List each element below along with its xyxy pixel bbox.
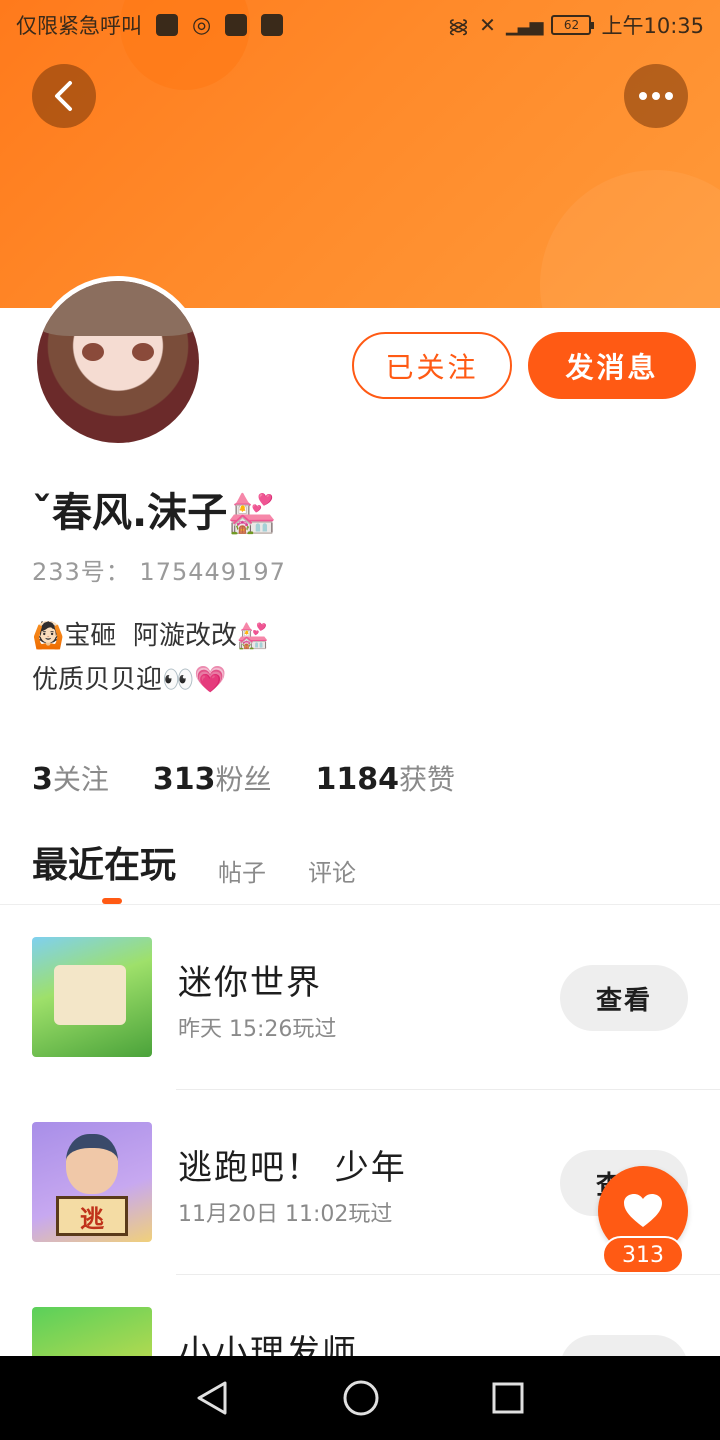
wifi-icon: ᯼ bbox=[447, 13, 470, 38]
app-notification-icon bbox=[225, 14, 248, 36]
nav-home-icon[interactable] bbox=[342, 1379, 380, 1417]
stat-label: 粉丝 bbox=[215, 763, 272, 796]
more-dots-icon bbox=[639, 92, 673, 100]
thumbnail-sign-text: 逃 bbox=[56, 1196, 128, 1236]
stat-number: 3 bbox=[32, 762, 53, 797]
stat-fans[interactable]: 313粉丝 bbox=[153, 758, 272, 798]
stat-label: 关注 bbox=[52, 763, 109, 796]
banner-decoration bbox=[540, 170, 720, 308]
stat-number: 1184 bbox=[315, 762, 400, 797]
sim-card-icon bbox=[156, 14, 178, 36]
battery-level: 62 bbox=[563, 18, 580, 32]
status-bar: 仅限紧急呼叫 ◎ ᯼ ✕ ▁▃▅ 62 上午10:35 bbox=[0, 0, 720, 50]
game-title: 小小理发师 bbox=[178, 1333, 358, 1356]
stat-following[interactable]: 3关注 bbox=[32, 758, 109, 798]
nav-back-icon[interactable] bbox=[195, 1380, 231, 1416]
nav-recent-apps-icon[interactable] bbox=[491, 1381, 525, 1415]
stat-likes[interactable]: 1184获赞 bbox=[316, 758, 456, 798]
view-button[interactable]: 查看 bbox=[560, 1335, 688, 1356]
game-thumbnail bbox=[32, 1307, 152, 1356]
game-title: 迷你世界 bbox=[178, 963, 322, 1003]
clock: 上午10:35 bbox=[601, 14, 704, 38]
game-thumbnail bbox=[32, 937, 152, 1057]
back-button[interactable] bbox=[32, 64, 96, 128]
avatar[interactable] bbox=[32, 276, 204, 448]
game-thumbnail: 逃 bbox=[32, 1122, 152, 1242]
bio-line: 优质贝贝迎👀💗 bbox=[32, 665, 227, 695]
carrier-text: 仅限紧急呼叫 bbox=[16, 14, 142, 38]
stat-number: 313 bbox=[152, 762, 216, 797]
tab-recently-played[interactable]: 最近在玩 bbox=[32, 836, 176, 894]
list-item[interactable]: 小小理发师 查看 bbox=[0, 1275, 720, 1356]
bio-line: 🙆🏻宝砸 阿漩改改💒 bbox=[32, 621, 270, 651]
like-count-badge: 313 bbox=[602, 1236, 684, 1274]
following-button[interactable]: 已关注 bbox=[352, 332, 512, 399]
game-played-time: 11月20日 11:02玩过 bbox=[178, 1202, 393, 1227]
stats-bar: 3关注 313粉丝 1184获赞 bbox=[32, 758, 455, 798]
signal-icon: ▁▃▅ bbox=[505, 14, 544, 36]
tab-posts[interactable]: 帖子 bbox=[218, 853, 266, 894]
nickname: ˇ春风.沫子💒 bbox=[32, 490, 277, 536]
avatar-image bbox=[37, 281, 199, 443]
system-nav-bar bbox=[0, 1356, 720, 1440]
view-button[interactable]: 查看 bbox=[560, 965, 688, 1031]
no-signal-icon: ✕ bbox=[479, 13, 496, 37]
bio: 🙆🏻宝砸 阿漩改改💒 优质贝贝迎👀💗 bbox=[32, 614, 269, 702]
image-icon bbox=[261, 14, 284, 36]
list-item[interactable]: 迷你世界 昨天 15:26玩过 查看 bbox=[0, 905, 720, 1090]
game-played-time: 昨天 15:26玩过 bbox=[178, 1017, 337, 1042]
send-message-button[interactable]: 发消息 bbox=[528, 332, 696, 399]
tab-comments[interactable]: 评论 bbox=[308, 853, 356, 894]
nfc-icon: ◎ bbox=[192, 12, 212, 38]
profile-tabs: 最近在玩 帖子 评论 bbox=[32, 836, 356, 894]
game-title: 逃跑吧！ 少年 bbox=[178, 1148, 407, 1188]
stat-label: 获赞 bbox=[399, 763, 456, 796]
heart-icon bbox=[624, 1194, 662, 1227]
chevron-left-icon bbox=[55, 81, 72, 111]
battery-icon: 62 bbox=[551, 15, 595, 35]
user-id: 233号： 175449197 bbox=[32, 558, 286, 586]
more-button[interactable] bbox=[624, 64, 688, 128]
